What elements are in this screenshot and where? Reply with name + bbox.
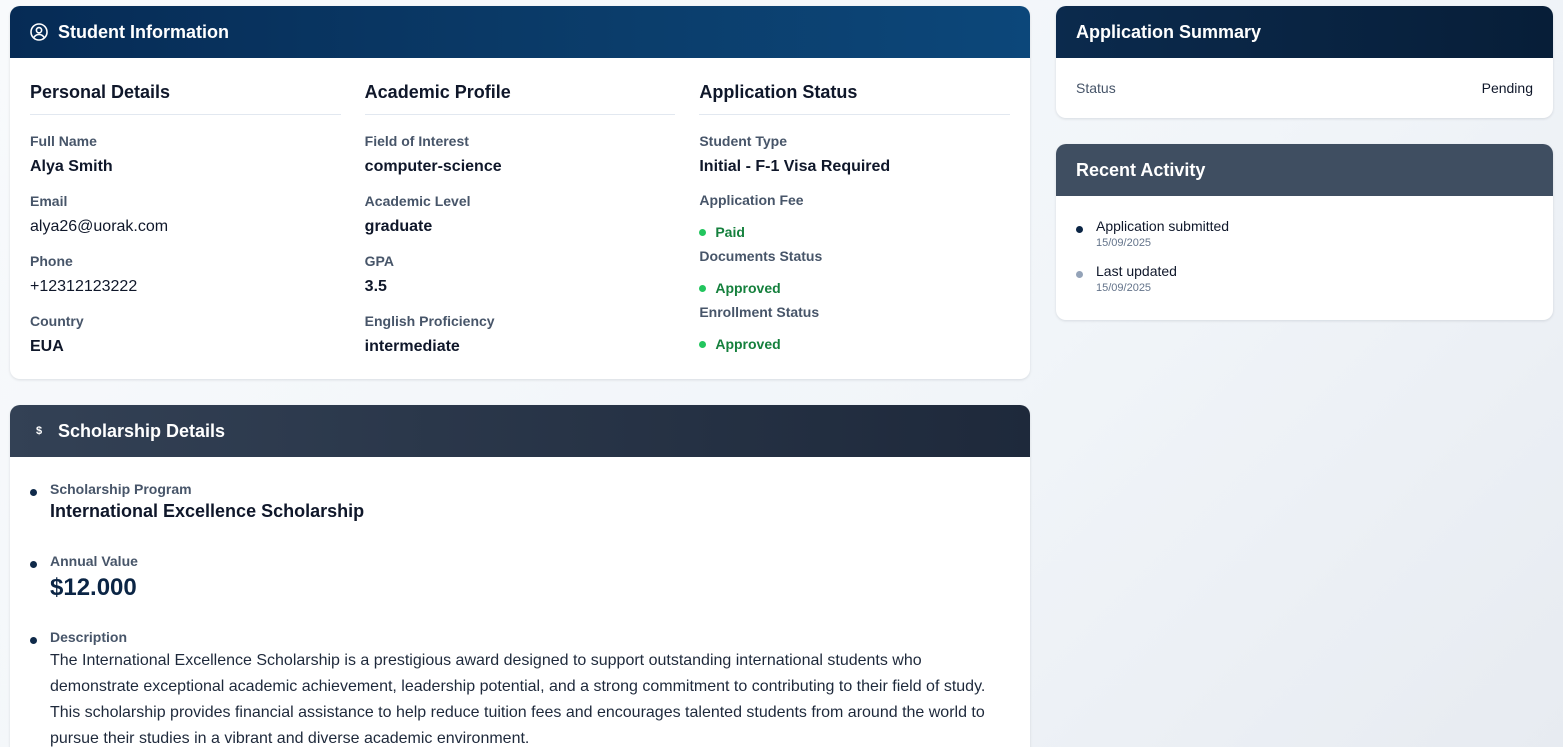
activity-item: Last updated 15/09/2025 [1076, 263, 1533, 294]
student-type-label: Student Type [699, 133, 787, 149]
enrollment-status-value: Approved [715, 336, 781, 352]
annual-value-item: Annual Value $12.000 [30, 553, 1010, 629]
academic-level-label: Academic Level [364, 193, 471, 209]
activity-item: Application submitted 15/09/2025 [1076, 218, 1533, 249]
personal-details-section: Personal Details Full Name Alya Smith Em… [30, 58, 365, 373]
application-status-title: Application Status [699, 58, 1011, 115]
user-circle-icon [30, 23, 48, 41]
summary-status-value: Pending [1481, 80, 1533, 96]
english-proficiency-field: English Proficiency intermediate [365, 313, 676, 373]
status-dot-icon [699, 340, 707, 348]
full-name-field: Full Name Alya Smith [30, 133, 341, 193]
application-summary-header: Application Summary [1056, 6, 1553, 58]
documents-status-field: Documents Status Approved [699, 248, 1010, 304]
phone-label: Phone [30, 253, 73, 269]
application-fee-status: Paid [699, 216, 1010, 248]
scholarship-program-label: Scholarship Program [50, 481, 192, 497]
student-information-title: Student Information [58, 21, 229, 42]
documents-status-label: Documents Status [699, 248, 823, 264]
email-label: Email [30, 193, 68, 209]
scholarship-program-item: Scholarship Program International Excell… [30, 481, 1010, 553]
scholarship-program-value: International Excellence Scholarship [50, 501, 365, 521]
personal-details-title: Personal Details [30, 58, 341, 115]
scholarship-details-card: $ Scholarship Details Scholarship Progra… [10, 405, 1030, 747]
documents-status-status: Approved [699, 272, 1010, 304]
recent-activity-title: Recent Activity [1076, 159, 1206, 180]
description-text: The International Excellence Scholarship… [50, 652, 986, 747]
activity-title: Application submitted [1096, 218, 1230, 234]
description-item: Description The International Excellence… [30, 629, 1010, 747]
summary-status-label: Status [1076, 80, 1116, 96]
field-of-interest-field: Field of Interest computer-science [365, 133, 676, 193]
academic-profile-title: Academic Profile [364, 58, 676, 115]
dollar-icon: $ [35, 425, 43, 437]
student-type-field: Student Type Initial - F-1 Visa Required [699, 133, 1010, 192]
activity-date: 15/09/2025 [1096, 282, 1152, 294]
activity-dot-icon [1076, 271, 1083, 278]
gpa-field: GPA 3.5 [365, 253, 676, 313]
status-dot-icon [699, 228, 707, 236]
academic-level-field: Academic Level graduate [365, 193, 676, 253]
application-fee-label: Application Fee [699, 192, 804, 208]
status-dot-icon [699, 284, 707, 292]
email-field: Email alya26@uorak.com [30, 193, 341, 253]
application-summary-card: Application Summary Status Pending [1056, 6, 1553, 118]
enrollment-status-field: Enrollment Status Approved [699, 304, 1010, 360]
recent-activity-card: Recent Activity Application submitted 15… [1056, 144, 1553, 320]
documents-status-value: Approved [715, 280, 781, 296]
email-value: alya26@uorak.com [30, 218, 169, 235]
activity-dot-icon [1076, 226, 1083, 233]
annual-value-label: Annual Value [50, 553, 138, 569]
annual-value-amount: $12.000 [50, 574, 137, 601]
student-information-header: Student Information [10, 6, 1030, 58]
student-type-value: Initial - F-1 Visa Required [699, 158, 891, 175]
bullet-icon [30, 637, 37, 644]
country-field: Country EUA [30, 313, 341, 373]
scholarship-details-header: $ Scholarship Details [10, 405, 1030, 457]
activity-date: 15/09/2025 [1096, 237, 1152, 249]
description-label: Description [50, 629, 128, 645]
bullet-icon [30, 561, 37, 568]
academic-level-value: graduate [364, 218, 433, 235]
full-name-label: Full Name [30, 133, 97, 149]
enrollment-status-label: Enrollment Status [699, 304, 820, 320]
academic-profile-section: Academic Profile Field of Interest compu… [364, 58, 700, 373]
field-of-interest-label: Field of Interest [364, 133, 469, 149]
country-value: EUA [30, 338, 64, 355]
full-name-value: Alya Smith [30, 158, 113, 175]
phone-value: +12312123222 [30, 278, 138, 295]
student-information-card: Student Information Personal Details Ful… [10, 6, 1030, 379]
bullet-icon [30, 489, 37, 496]
gpa-value: 3.5 [364, 278, 387, 295]
recent-activity-header: Recent Activity [1056, 144, 1553, 196]
field-of-interest-value: computer-science [364, 158, 502, 175]
activity-title: Last updated [1096, 263, 1177, 279]
english-proficiency-value: intermediate [364, 338, 460, 355]
application-summary-title: Application Summary [1076, 21, 1262, 42]
enrollment-status-status: Approved [699, 328, 1010, 360]
application-fee-field: Application Fee Paid [699, 192, 1010, 248]
summary-status-row: Status Pending [1056, 58, 1553, 118]
phone-field: Phone +12312123222 [30, 253, 341, 313]
english-proficiency-label: English Proficiency [364, 313, 495, 329]
country-label: Country [30, 313, 84, 329]
activity-list: Application submitted 15/09/2025 Last up… [1056, 196, 1553, 294]
gpa-label: GPA [364, 253, 394, 269]
scholarship-details-title: Scholarship Details [58, 420, 226, 441]
application-fee-value: Paid [715, 224, 745, 240]
application-status-section: Application Status Student Type Initial … [699, 58, 1011, 373]
